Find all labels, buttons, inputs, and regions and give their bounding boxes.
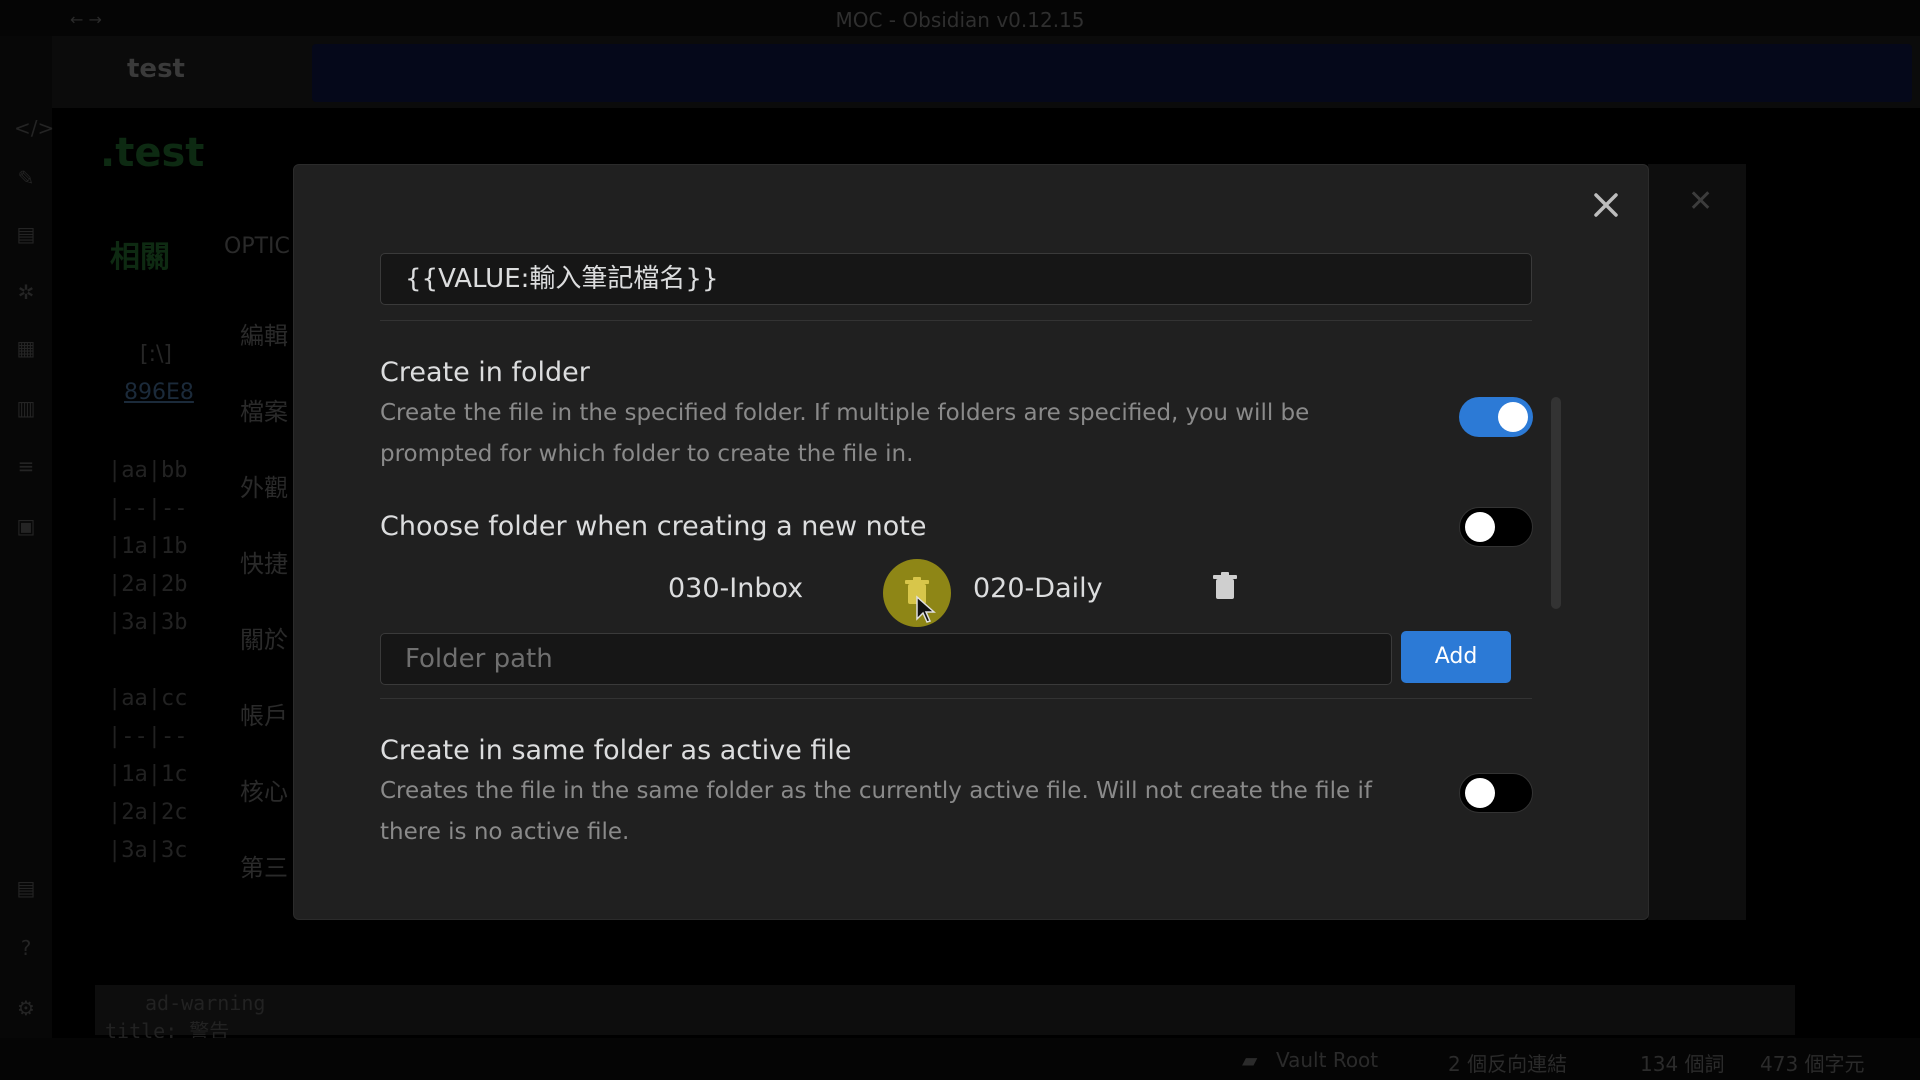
menu-item[interactable]: 編輯 xyxy=(240,298,288,374)
toggle-knob xyxy=(1465,512,1495,542)
calendar-icon[interactable]: ▦ xyxy=(14,336,38,360)
choose-folder-toggle[interactable] xyxy=(1459,507,1533,547)
window-titlebar: ← → MOC - Obsidian v0.12.15 xyxy=(0,0,1920,36)
template-choice-modal: {{VALUE:輸入筆記檔名}} Create in folder Create… xyxy=(293,164,1649,920)
mouse-cursor-icon xyxy=(916,595,936,623)
files-icon[interactable]: ▤ xyxy=(14,222,38,246)
outer-settings-panel: ✕ xyxy=(1648,164,1746,920)
folder-item-inbox: 030-Inbox xyxy=(668,573,804,604)
code-icon[interactable]: </> xyxy=(14,116,54,140)
graph-icon[interactable]: ✲ xyxy=(14,280,38,304)
settings-icon[interactable]: ⚙ xyxy=(14,996,38,1020)
pin-icon[interactable]: ✎ xyxy=(14,166,38,190)
left-ribbon: </> ✎ ▤ ✲ ▦ ▥ ≡ ▣ ▤ ? ⚙ xyxy=(0,36,54,1080)
add-folder-button[interactable]: Add xyxy=(1401,631,1511,683)
create-in-folder-title: Create in folder xyxy=(380,357,590,388)
same-folder-title: Create in same folder as active file xyxy=(380,735,852,766)
hash-link[interactable]: 896E8 xyxy=(124,380,194,405)
bg-table-1: |aa|bb |--|-- |1a|1b |2a|2b |3a|3b xyxy=(108,452,187,642)
link-text: [:\] xyxy=(140,342,172,367)
tab-header-bar xyxy=(312,44,1912,102)
table-icon[interactable]: ▣ xyxy=(14,514,38,538)
menu-item[interactable]: 關於 xyxy=(240,602,288,678)
menu-item[interactable]: 核心 xyxy=(240,754,288,830)
modal-scrollbar[interactable] xyxy=(1551,397,1561,609)
table-row: |1a|1b xyxy=(108,534,188,559)
table-row: |2a|2b xyxy=(108,572,188,597)
table-row: |3a|3b xyxy=(108,610,188,635)
status-chars: 473 個字元 xyxy=(1760,1052,1865,1076)
same-folder-toggle[interactable] xyxy=(1459,773,1533,813)
file-name-format-input[interactable]: {{VALUE:輸入筆記檔名}} xyxy=(380,253,1532,305)
menu-item[interactable]: 第三 xyxy=(240,830,288,906)
toggle-knob xyxy=(1465,778,1495,808)
table-row: |1a|1c xyxy=(108,762,188,787)
menu-item[interactable]: 帳戶 xyxy=(240,678,288,754)
choose-folder-title: Choose folder when creating a new note xyxy=(380,511,927,542)
folder-item-daily: 020-Daily xyxy=(973,573,1103,604)
tab-header: test xyxy=(52,36,1920,108)
status-words: 134 個詞 xyxy=(1640,1052,1725,1076)
status-backlinks[interactable]: 2 個反向連結 xyxy=(1448,1048,1567,1077)
options-label: OPTIC xyxy=(224,234,290,259)
layers-icon[interactable]: ≡ xyxy=(14,454,38,478)
table-row: |2a|2c xyxy=(108,800,188,825)
folder-path-input[interactable] xyxy=(380,633,1392,685)
settings-menu: 編輯 檔案 外觀 快捷 關於 帳戶 核心 第三 xyxy=(240,298,288,906)
divider xyxy=(380,698,1532,699)
status-vault[interactable]: Vault Root xyxy=(1276,1048,1378,1072)
note-title: .test xyxy=(100,130,205,176)
table-row: |aa|cc xyxy=(108,686,188,711)
menu-item[interactable]: 快捷 xyxy=(240,526,288,602)
folder-icon: ▰ xyxy=(1242,1048,1258,1072)
same-folder-desc: Creates the file in the same folder as t… xyxy=(380,778,1372,845)
table-row: |3a|3c xyxy=(108,838,188,863)
divider xyxy=(380,320,1532,321)
table-row: |aa|bb xyxy=(108,458,188,483)
menu-item[interactable]: 檔案 xyxy=(240,374,288,450)
outer-close-icon[interactable]: ✕ xyxy=(1688,184,1713,219)
status-bar: ▰ Vault Root 2 個反向連結 134 個詞 473 個字元 xyxy=(0,1038,1920,1080)
trash-icon[interactable] xyxy=(1208,569,1242,603)
note-heading: 相關 xyxy=(110,240,170,275)
table-row: |--|-- xyxy=(108,724,188,749)
vault-icon[interactable]: ▤ xyxy=(14,876,38,900)
bg-table-2: |aa|cc |--|-- |1a|1c |2a|2c |3a|3c xyxy=(108,680,187,870)
toggle-knob xyxy=(1498,402,1528,432)
code-line: ad-warning xyxy=(145,991,266,1015)
table-row: |--|-- xyxy=(108,496,188,521)
create-in-folder-desc: Create the file in the specified folder.… xyxy=(380,400,1310,467)
help-icon[interactable]: ? xyxy=(14,936,38,960)
menu-item[interactable]: 外觀 xyxy=(240,450,288,526)
create-in-folder-toggle[interactable] xyxy=(1459,397,1533,437)
code-block: ad-warning title: 警告 xyxy=(95,985,1795,1043)
close-icon[interactable] xyxy=(1586,185,1626,225)
tab-title[interactable]: test xyxy=(127,54,185,84)
template-icon[interactable]: ▥ xyxy=(14,396,38,420)
window-title: MOC - Obsidian v0.12.15 xyxy=(835,8,1085,32)
